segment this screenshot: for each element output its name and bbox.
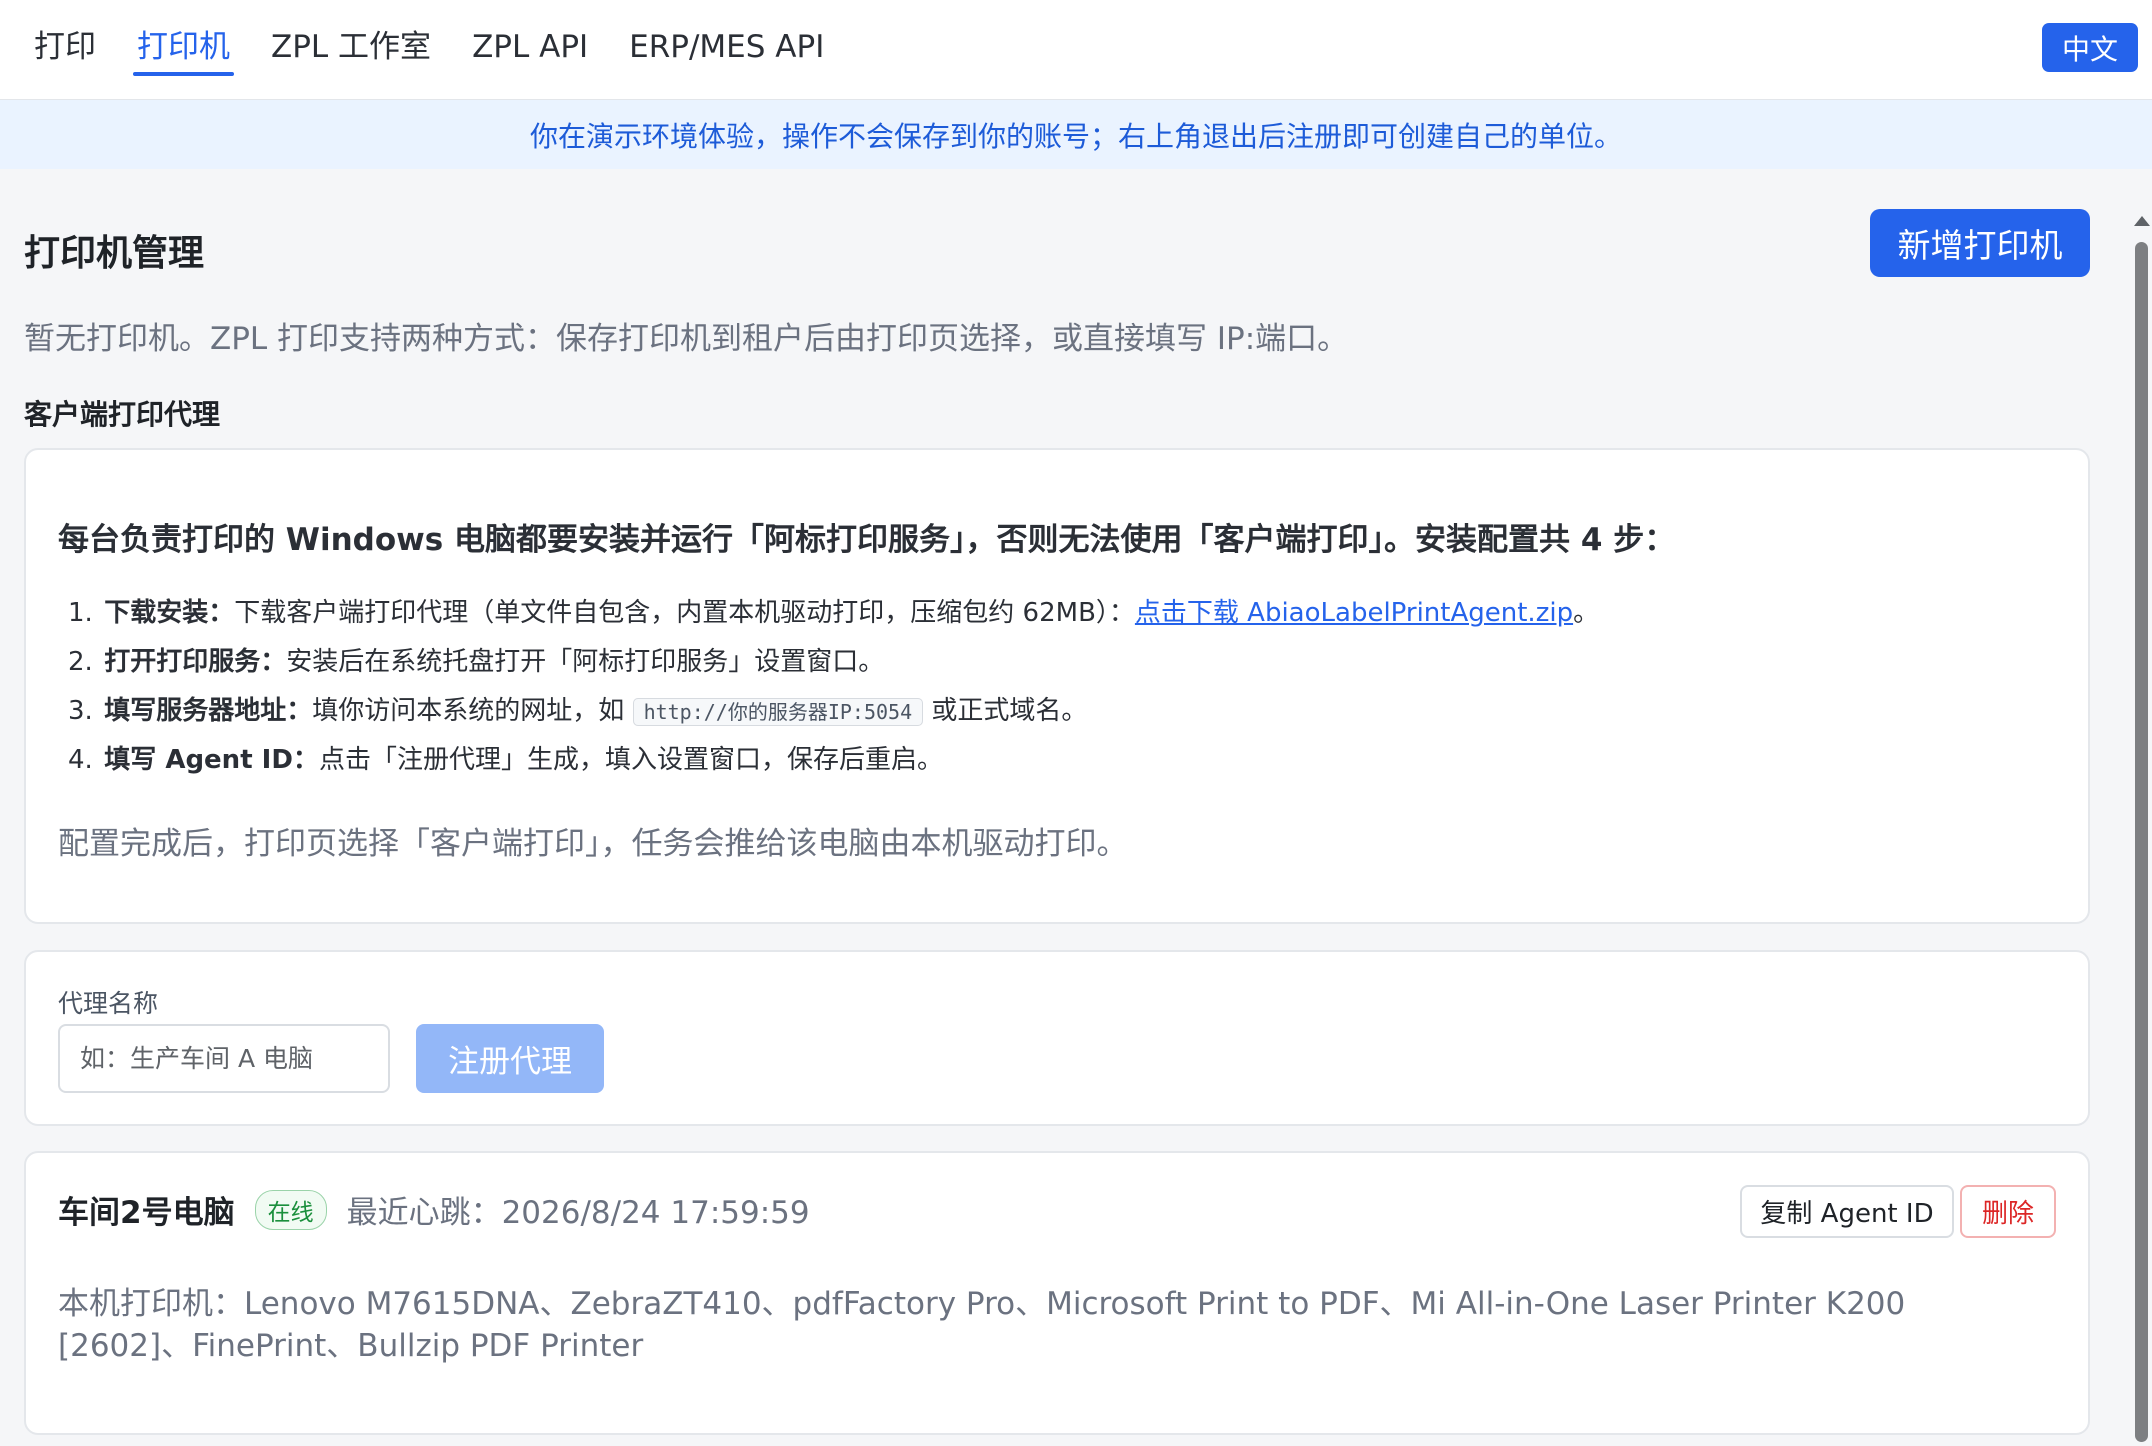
scroll-up-arrow-icon[interactable] bbox=[2134, 216, 2150, 226]
step-number: 4. bbox=[68, 745, 93, 775]
tab-zpl-api[interactable]: ZPL API bbox=[458, 0, 602, 100]
step-title: 填写 Agent ID： bbox=[104, 745, 319, 775]
local-printer-list: 本机打印机：Lenovo M7615DNA、ZebraZT410、pdfFact… bbox=[58, 1286, 1906, 1364]
main-tabs: 打印 打印机 ZPL 工作室 ZPL API ERP/MES API bbox=[20, 0, 851, 100]
install-guide-card: 每台负责打印的 Windows 电脑都要安装并运行「阿标打印服务」，否则无法使用… bbox=[24, 448, 2090, 924]
copy-agent-id-button[interactable]: 复制 Agent ID bbox=[1740, 1185, 1954, 1238]
list-item: 4. 填写 Agent ID：点击「注册代理」生成，填入设置窗口，保存后重启。 bbox=[68, 741, 1599, 790]
top-navigation: 打印 打印机 ZPL 工作室 ZPL API ERP/MES API 中文 bbox=[0, 0, 2152, 100]
step-text: 安装后在系统托盘打开「阿标打印服务」设置窗口。 bbox=[286, 647, 885, 677]
agent-name-label: 代理名称 bbox=[58, 989, 159, 1018]
agent-name-input[interactable] bbox=[58, 1024, 390, 1093]
step-text: 下载客户端打印代理（单文件自包含，内置本机驱动打印，压缩包约 62MB）： bbox=[234, 598, 1135, 628]
status-badge: 在线 bbox=[254, 1189, 327, 1230]
list-item: 3. 填写服务器地址：填你访问本系统的网址，如 http://你的服务器IP:5… bbox=[68, 692, 1599, 741]
tab-zpl-studio[interactable]: ZPL 工作室 bbox=[257, 0, 445, 100]
install-guide-heading: 每台负责打印的 Windows 电脑都要安装并运行「阿标打印服务」，否则无法使用… bbox=[58, 522, 1676, 558]
step-suffix: 。 bbox=[1573, 598, 1600, 628]
step-title: 下载安装： bbox=[104, 598, 235, 628]
agent-name: 车间2号电脑 bbox=[58, 1195, 235, 1231]
download-agent-link[interactable]: 点击下载 AbiaoLabelPrintAgent.zip bbox=[1135, 598, 1573, 628]
install-guide-footer: 配置完成后，打印页选择「客户端打印」，任务会推给该电脑由本机驱动打印。 bbox=[58, 826, 1128, 862]
step-title: 填写服务器地址： bbox=[104, 696, 313, 726]
scroll-thumb[interactable] bbox=[2135, 242, 2148, 1442]
tab-print[interactable]: 打印 bbox=[20, 0, 110, 100]
app-root: 打印 打印机 ZPL 工作室 ZPL API ERP/MES API 中文 你在… bbox=[0, 0, 2152, 1446]
tab-erp-mes-api[interactable]: ERP/MES API bbox=[615, 0, 838, 100]
language-button[interactable]: 中文 bbox=[2042, 23, 2138, 72]
page-title: 打印机管理 bbox=[24, 233, 205, 274]
empty-printers-description: 暂无打印机。ZPL 打印支持两种方式：保存打印机到租户后由打印页选择，或直接填写… bbox=[24, 321, 1349, 357]
client-agent-section-title: 客户端打印代理 bbox=[24, 398, 221, 431]
list-item: 2. 打开打印服务：安装后在系统托盘打开「阿标打印服务」设置窗口。 bbox=[68, 643, 1599, 692]
step-title: 打开打印服务： bbox=[104, 647, 287, 677]
tab-printers[interactable]: 打印机 bbox=[123, 0, 244, 100]
server-url-example: http://你的服务器IP:5054 bbox=[632, 698, 924, 726]
step-text: 填你访问本系统的网址，如 bbox=[312, 696, 625, 726]
register-agent-button[interactable]: 注册代理 bbox=[416, 1024, 604, 1093]
step-number: 3. bbox=[68, 696, 93, 726]
step-suffix: 或正式域名。 bbox=[931, 696, 1088, 726]
delete-agent-button[interactable]: 删除 bbox=[1960, 1185, 2056, 1238]
install-steps-list: 1. 下载安装：下载客户端打印代理（单文件自包含，内置本机驱动打印，压缩包约 6… bbox=[68, 594, 1599, 790]
list-item: 1. 下载安装：下载客户端打印代理（单文件自包含，内置本机驱动打印，压缩包约 6… bbox=[68, 594, 1599, 643]
step-number: 2. bbox=[68, 647, 93, 677]
register-agent-card: 代理名称 注册代理 bbox=[24, 950, 2090, 1126]
agent-header: 车间2号电脑 在线 最近心跳：2026/8/24 17:59:59 bbox=[58, 1187, 810, 1232]
add-printer-button[interactable]: 新增打印机 bbox=[1870, 209, 2090, 277]
page-scrollbar[interactable] bbox=[2130, 210, 2152, 1446]
last-heartbeat: 最近心跳：2026/8/24 17:59:59 bbox=[346, 1195, 810, 1231]
step-text: 点击「注册代理」生成，填入设置窗口，保存后重启。 bbox=[318, 745, 943, 775]
demo-notice-banner: 你在演示环境体验，操作不会保存到你的账号；右上角退出后注册即可创建自己的单位。 bbox=[0, 100, 2152, 169]
agent-card: 车间2号电脑 在线 最近心跳：2026/8/24 17:59:59 复制 Age… bbox=[24, 1151, 2090, 1435]
step-number: 1. bbox=[68, 598, 93, 628]
